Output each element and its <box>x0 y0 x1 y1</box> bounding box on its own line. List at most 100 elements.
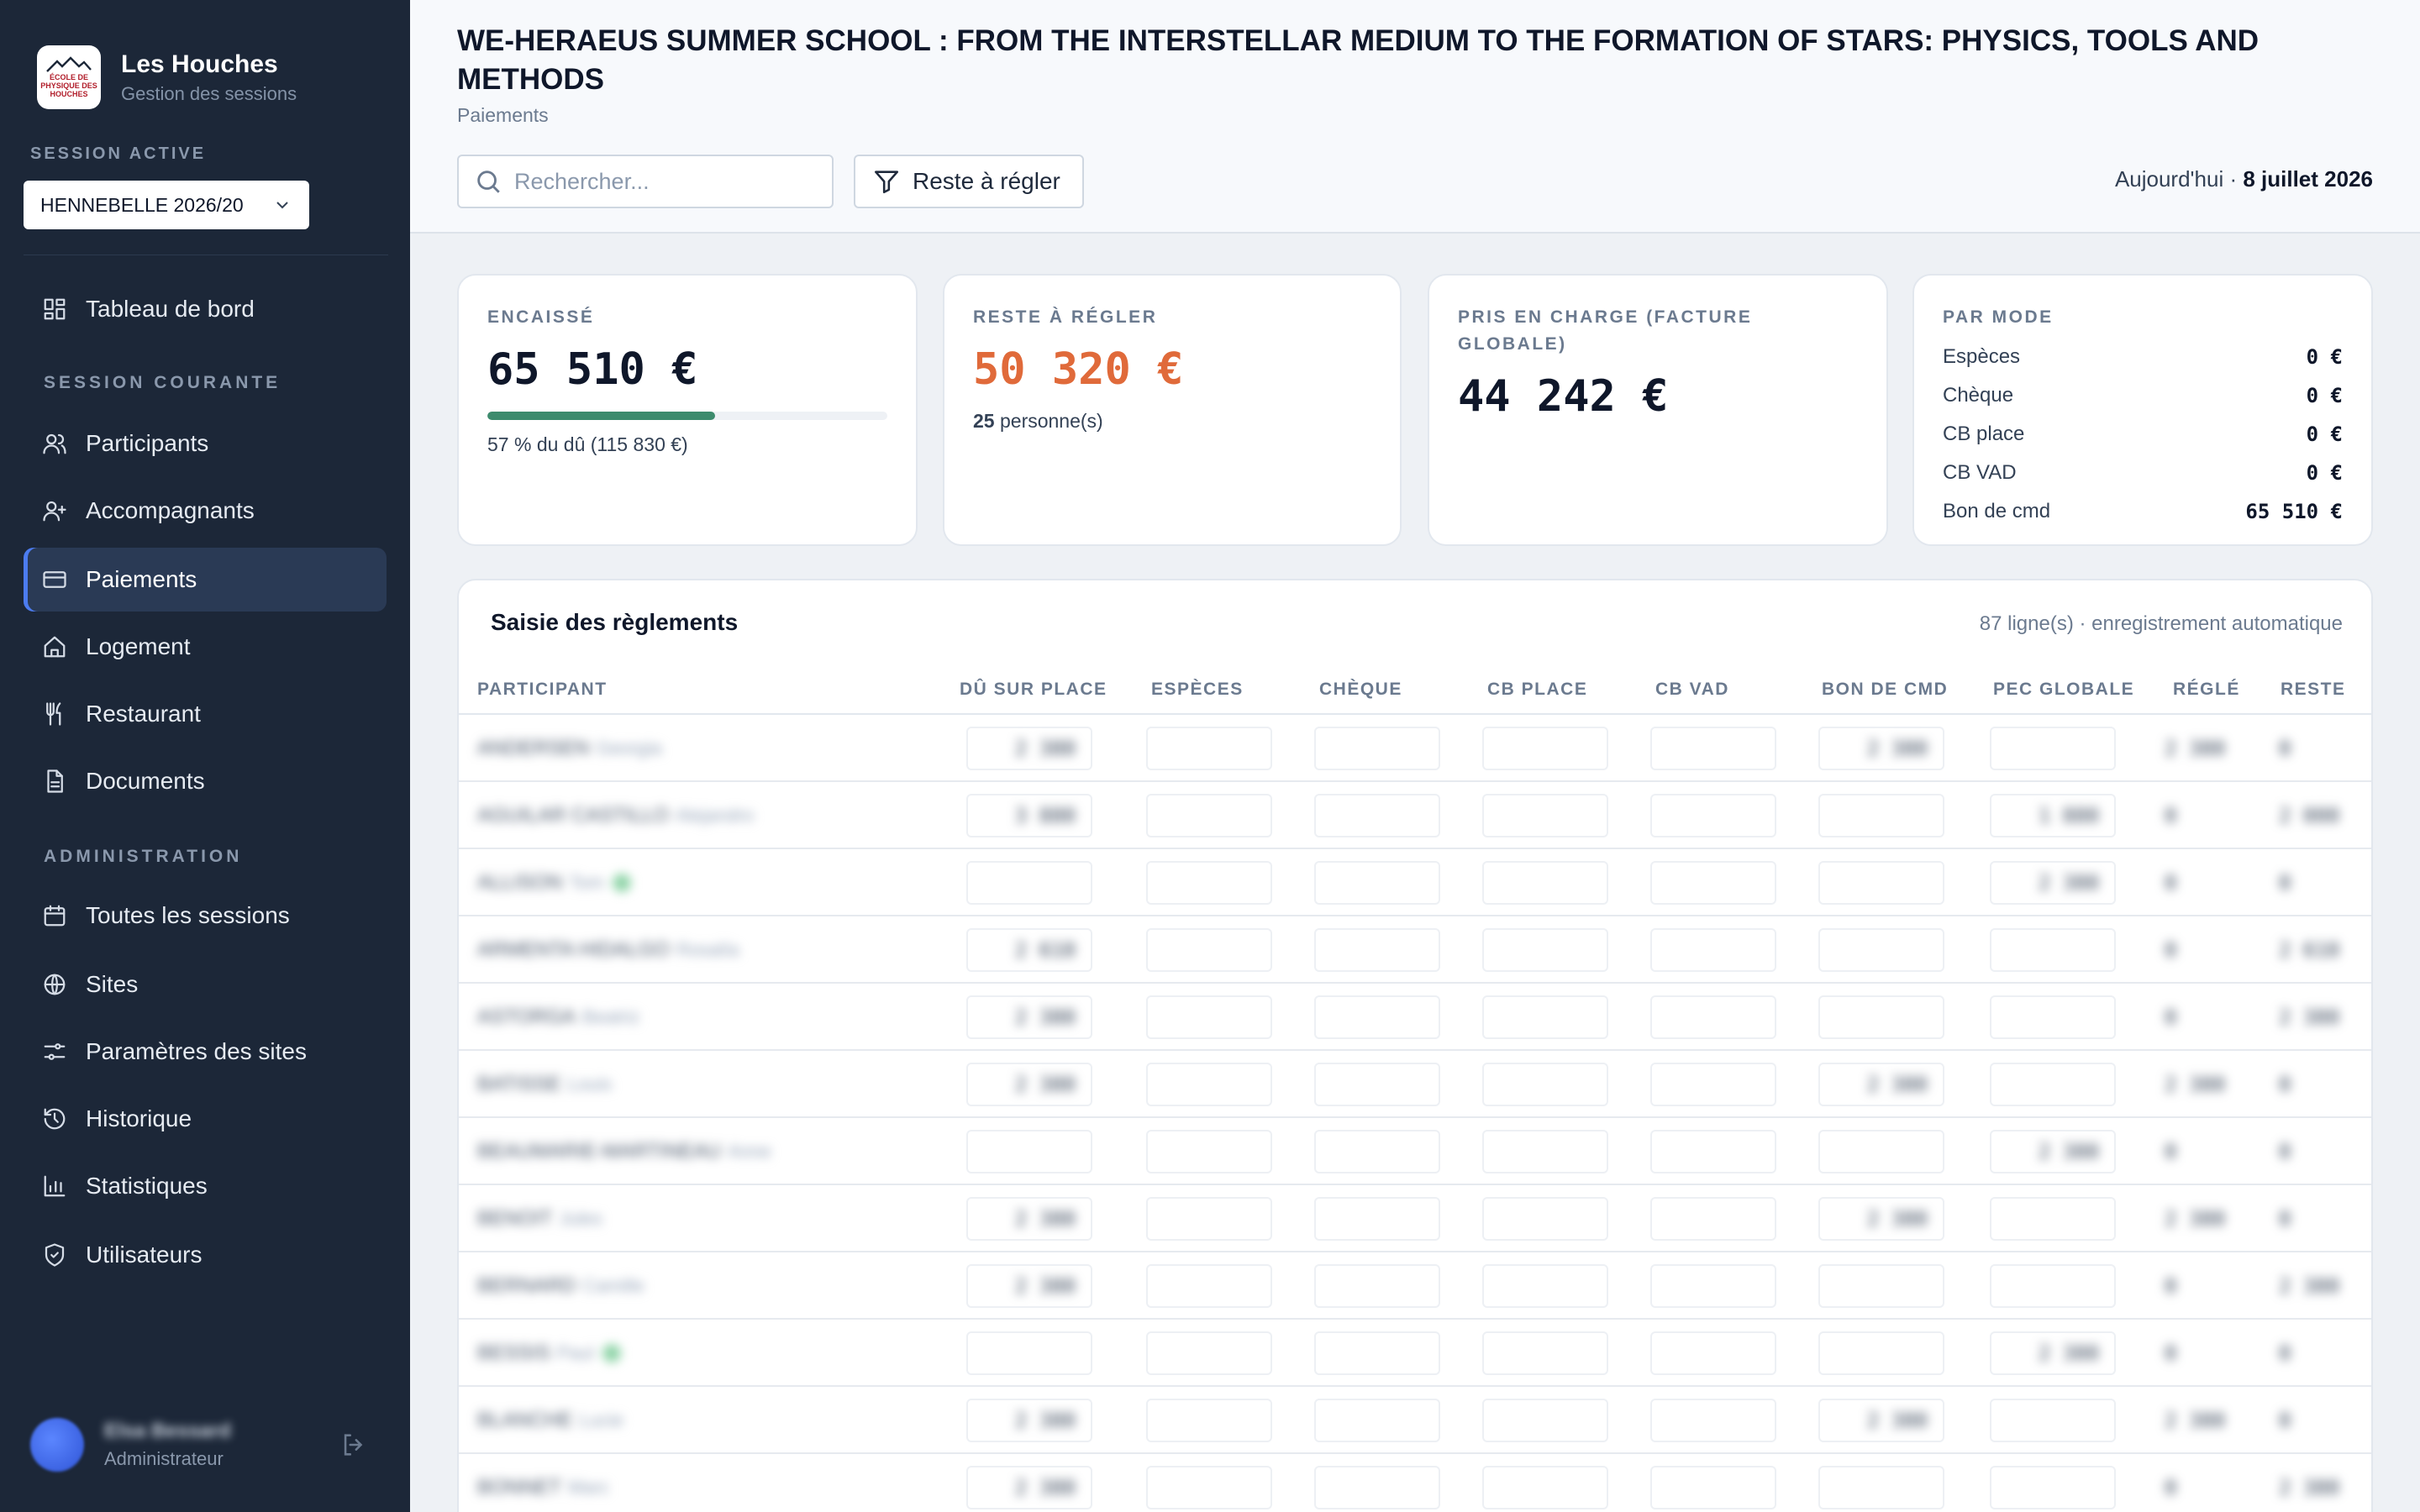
amount-input[interactable] <box>1990 1454 2116 1512</box>
column-header[interactable]: BON DE CMD <box>1822 664 1948 715</box>
amount-field[interactable]: 2 380 <box>1990 1331 2116 1375</box>
participant-cell[interactable]: ALLISON Tom <box>477 849 631 916</box>
amount-input[interactable] <box>1146 984 1272 1051</box>
amount-input[interactable] <box>1818 1252 1944 1320</box>
amount-input[interactable]: 3 880 <box>966 782 1092 849</box>
amount-input[interactable] <box>1990 916 2116 984</box>
amount-field[interactable] <box>1482 1331 1608 1375</box>
amount-input[interactable] <box>1146 715 1272 782</box>
amount-input[interactable] <box>966 1118 1092 1185</box>
amount-field[interactable] <box>1314 995 1440 1039</box>
nav-sessions[interactable]: Toutes les sessions <box>24 884 387 948</box>
amount-input[interactable] <box>1146 1118 1272 1185</box>
amount-field[interactable] <box>1818 928 1944 972</box>
amount-input[interactable]: 2 380 <box>966 715 1092 782</box>
amount-field[interactable] <box>1146 1063 1272 1106</box>
amount-field[interactable] <box>1146 1331 1272 1375</box>
amount-field[interactable] <box>1482 995 1608 1039</box>
amount-field[interactable]: 2 380 <box>1818 727 1944 770</box>
amount-field[interactable] <box>1650 727 1776 770</box>
amount-field[interactable]: 2 610 <box>966 928 1092 972</box>
amount-input[interactable] <box>1314 1252 1440 1320</box>
amount-input[interactable] <box>1650 916 1776 984</box>
amount-input[interactable] <box>1482 1454 1608 1512</box>
amount-field[interactable] <box>1482 1063 1608 1106</box>
amount-field[interactable] <box>1314 928 1440 972</box>
brand[interactable]: ÉCOLE DE PHYSIQUE DES HOUCHES Les Houche… <box>37 45 297 109</box>
nav-historique[interactable]: Historique <box>24 1087 387 1151</box>
amount-input[interactable] <box>1482 715 1608 782</box>
amount-field[interactable]: 2 380 <box>1818 1063 1944 1106</box>
amount-field[interactable] <box>1818 1331 1944 1375</box>
column-header[interactable]: CB VAD <box>1655 664 1729 715</box>
column-header[interactable]: PARTICIPANT <box>477 664 608 715</box>
amount-field[interactable] <box>1482 1399 1608 1442</box>
amount-input[interactable] <box>1314 1051 1440 1118</box>
amount-input[interactable] <box>1146 1252 1272 1320</box>
amount-field[interactable] <box>1482 1466 1608 1509</box>
participant-cell[interactable]: BATISSE Louis <box>477 1051 612 1118</box>
amount-field[interactable] <box>1314 1399 1440 1442</box>
amount-input[interactable] <box>1650 984 1776 1051</box>
amount-input[interactable] <box>1990 984 2116 1051</box>
amount-field[interactable] <box>966 1331 1092 1375</box>
amount-input[interactable] <box>1314 849 1440 916</box>
nav-users[interactable]: Utilisateurs <box>24 1223 387 1287</box>
nav-sites[interactable]: Sites <box>24 953 387 1016</box>
nav-participants[interactable]: Participants <box>24 412 387 475</box>
amount-input[interactable] <box>966 1320 1092 1387</box>
amount-field[interactable] <box>1314 1466 1440 1509</box>
amount-input[interactable]: 2 380 <box>966 1387 1092 1454</box>
amount-input[interactable] <box>1314 1387 1440 1454</box>
amount-field[interactable] <box>1146 1399 1272 1442</box>
amount-input[interactable] <box>1990 1252 2116 1320</box>
amount-input[interactable] <box>1818 984 1944 1051</box>
amount-field[interactable] <box>1818 1466 1944 1509</box>
amount-input[interactable] <box>1146 782 1272 849</box>
amount-field[interactable] <box>1482 1264 1608 1308</box>
column-header[interactable]: RESTE <box>2281 664 2346 715</box>
amount-input[interactable] <box>1650 1320 1776 1387</box>
amount-input[interactable] <box>1990 1387 2116 1454</box>
amount-input[interactable]: 2 610 <box>966 916 1092 984</box>
amount-input[interactable] <box>1314 984 1440 1051</box>
nav-restaurant[interactable]: Restaurant <box>24 682 387 746</box>
amount-input[interactable] <box>1818 916 1944 984</box>
amount-field[interactable]: 2 380 <box>1990 1130 2116 1173</box>
amount-input[interactable]: 1 880 <box>1990 782 2116 849</box>
amount-field[interactable] <box>1650 1466 1776 1509</box>
amount-field[interactable]: 2 380 <box>966 995 1092 1039</box>
column-header[interactable]: PEC GLOBALE <box>1993 664 2134 715</box>
amount-input[interactable] <box>1146 1454 1272 1512</box>
amount-input[interactable]: 2 380 <box>1818 1051 1944 1118</box>
amount-input[interactable] <box>1482 1252 1608 1320</box>
amount-field[interactable] <box>1146 1197 1272 1241</box>
participant-cell[interactable]: AGUILAR CASTILLO Alejandro <box>477 782 754 849</box>
amount-input[interactable]: 2 380 <box>1818 715 1944 782</box>
amount-input[interactable] <box>1482 1387 1608 1454</box>
amount-input[interactable] <box>1650 1051 1776 1118</box>
amount-input[interactable] <box>1482 1185 1608 1252</box>
amount-input[interactable]: 2 380 <box>1818 1387 1944 1454</box>
amount-field[interactable] <box>1314 1264 1440 1308</box>
amount-field[interactable]: 3 880 <box>966 794 1092 837</box>
amount-input[interactable] <box>1650 1185 1776 1252</box>
amount-input[interactable] <box>1482 1051 1608 1118</box>
amount-input[interactable]: 2 380 <box>966 1051 1092 1118</box>
nav-paiements[interactable]: Paiements <box>24 548 387 612</box>
amount-field[interactable] <box>1650 995 1776 1039</box>
amount-input[interactable] <box>1482 1320 1608 1387</box>
amount-field[interactable] <box>1482 1197 1608 1241</box>
amount-input[interactable]: 2 380 <box>966 1454 1092 1512</box>
participant-cell[interactable]: ANDERSEN Georgia <box>477 715 662 782</box>
amount-input[interactable] <box>1818 1118 1944 1185</box>
amount-field[interactable] <box>1146 1130 1272 1173</box>
amount-field[interactable] <box>1650 928 1776 972</box>
nav-accompagnants[interactable]: Accompagnants <box>24 479 387 543</box>
amount-field[interactable] <box>1990 995 2116 1039</box>
amount-input[interactable] <box>1482 1118 1608 1185</box>
column-header[interactable]: CB PLACE <box>1487 664 1587 715</box>
participant-cell[interactable]: ARMENTA HIDALGO Rosalía <box>477 916 739 984</box>
amount-field[interactable] <box>1650 1063 1776 1106</box>
amount-field[interactable] <box>966 1130 1092 1173</box>
